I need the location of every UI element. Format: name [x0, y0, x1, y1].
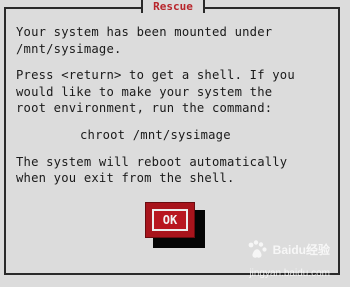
ok-label: OK [162, 213, 178, 227]
baidu-url: jingyan.baidu.com [249, 268, 330, 279]
baidu-logo: Baidu经验 [245, 239, 330, 261]
baidu-watermark: Baidu经验 jingyan.baidu.com [238, 229, 330, 279]
baidu-brand: Baidu经验 [272, 243, 330, 257]
baidu-paw-icon [248, 240, 267, 258]
message-line-4: would like to make your system the [16, 84, 273, 99]
message-line-6: The system will reboot automatically [16, 154, 288, 169]
message-line-7: when you exit from the shell. [16, 171, 235, 186]
message-line-2: /mnt/sysimage. [16, 41, 122, 56]
ok-button-focus-frame[interactable]: OK [152, 209, 188, 231]
message-line-5: root environment, run the command: [16, 101, 273, 116]
message-line-3: Press <return> to get a shell. If you [16, 68, 295, 83]
chroot-command: chroot /mnt/sysimage [80, 127, 231, 142]
dialog-message: Your system has been mounted under /mnt/… [16, 24, 336, 187]
ok-button[interactable]: OK [145, 202, 195, 238]
message-line-1: Your system has been mounted under [16, 25, 273, 39]
dialog-title: Rescue [141, 0, 205, 13]
